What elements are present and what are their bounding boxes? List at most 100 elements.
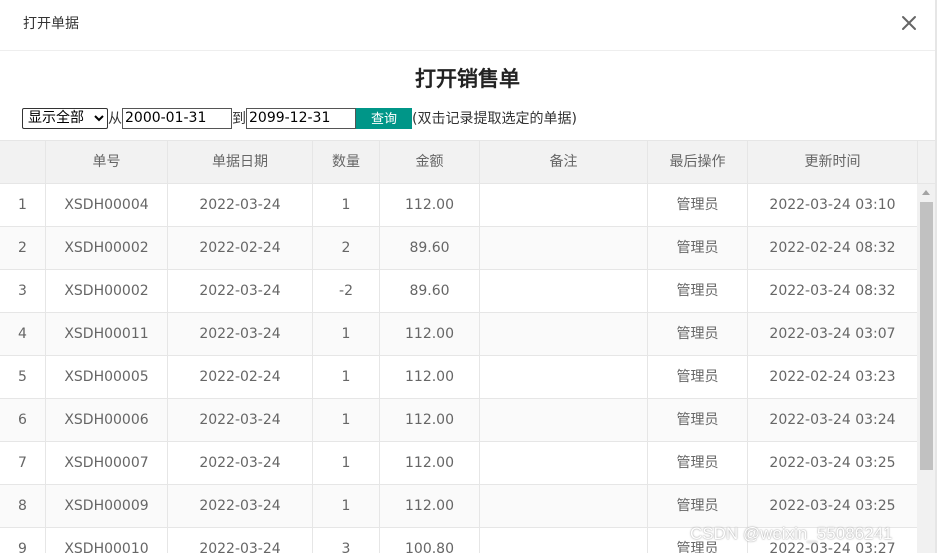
cell-index: 5 [0, 356, 46, 399]
cell-note [480, 227, 648, 270]
table-row[interactable]: 5 XSDH00005 2022-02-24 1 112.00 管理员 2022-02-24… [0, 356, 917, 399]
cell-updated: 2022-03-24 03:24 [748, 399, 917, 442]
cell-updated: 2022-02-24 08:32 [748, 227, 917, 270]
cell-amount: 89.60 [380, 270, 480, 313]
cell-number: XSDH00010 [46, 528, 168, 553]
vertical-scrollbar[interactable] [917, 184, 935, 553]
column-header-number[interactable]: 单号 [46, 141, 168, 184]
cell-number: XSDH00005 [46, 356, 168, 399]
column-header-note[interactable]: 备注 [480, 141, 648, 184]
cell-amount: 100.80 [380, 528, 480, 553]
cell-number: XSDH00004 [46, 184, 168, 227]
table-row[interactable]: 7 XSDH00007 2022-03-24 1 112.00 管理员 2022-03-24… [0, 442, 917, 485]
cell-quantity: 1 [313, 313, 380, 356]
cell-index: 4 [0, 313, 46, 356]
cell-quantity: 1 [313, 485, 380, 528]
cell-operator: 管理员 [648, 485, 748, 528]
cell-operator: 管理员 [648, 184, 748, 227]
table-body: 1 XSDH00004 2022-03-24 1 112.00 管理员 2022-03-24… [0, 184, 917, 553]
cell-number: XSDH00002 [46, 227, 168, 270]
end-date-input[interactable] [246, 107, 356, 129]
cell-amount: 112.00 [380, 184, 480, 227]
table-row[interactable]: 8 XSDH00009 2022-03-24 1 112.00 管理员 2022-03-24… [0, 485, 917, 528]
cell-number: XSDH00006 [46, 399, 168, 442]
cell-updated: 2022-02-24 03:23 [748, 356, 917, 399]
cell-note [480, 442, 648, 485]
cell-number: XSDH00007 [46, 442, 168, 485]
column-header-operator[interactable]: 最后操作 [648, 141, 748, 184]
cell-index: 7 [0, 442, 46, 485]
cell-note [480, 270, 648, 313]
table-row[interactable]: 3 XSDH00002 2022-03-24 -2 89.60 管理员 2022-03-24… [0, 270, 917, 313]
cell-note [480, 356, 648, 399]
column-header-updated[interactable]: 更新时间 [748, 141, 918, 184]
cell-date: 2022-03-24 [168, 313, 313, 356]
page-title: 打开销售单 [415, 67, 520, 91]
cell-operator: 管理员 [648, 399, 748, 442]
cell-date: 2022-02-24 [168, 356, 313, 399]
cell-number: XSDH00002 [46, 270, 168, 313]
table-row[interactable]: 1 XSDH00004 2022-03-24 1 112.00 管理员 2022-03-24… [0, 184, 917, 227]
to-label: 到 [232, 111, 246, 127]
cell-quantity: 1 [313, 184, 380, 227]
cell-operator: 管理员 [648, 270, 748, 313]
start-date-input[interactable] [122, 107, 232, 129]
cell-note [480, 184, 648, 227]
cell-date: 2022-02-24 [168, 227, 313, 270]
cell-quantity: 3 [313, 528, 380, 553]
cell-updated: 2022-03-24 03:25 [748, 485, 917, 528]
cell-index: 6 [0, 399, 46, 442]
cell-quantity: -2 [313, 270, 380, 313]
cell-updated: 2022-03-24 08:32 [748, 270, 917, 313]
scroll-up-icon[interactable] [922, 190, 930, 195]
cell-index: 1 [0, 184, 46, 227]
filter-toolbar: 显示全部 从 到 查询 (双击记录提取选定的单据) [22, 107, 577, 129]
cell-quantity: 1 [313, 399, 380, 442]
dialog-title: 打开单据 [23, 16, 79, 32]
cell-amount: 112.00 [380, 399, 480, 442]
cell-number: XSDH00011 [46, 313, 168, 356]
query-button[interactable]: 查询 [356, 107, 412, 129]
filter-select[interactable]: 显示全部 [22, 107, 108, 129]
cell-date: 2022-03-24 [168, 442, 313, 485]
cell-index: 8 [0, 485, 46, 528]
cell-amount: 112.00 [380, 356, 480, 399]
cell-updated: 2022-03-24 03:07 [748, 313, 917, 356]
cell-amount: 112.00 [380, 313, 480, 356]
table-row[interactable]: 6 XSDH00006 2022-03-24 1 112.00 管理员 2022-03-24… [0, 399, 917, 442]
cell-updated: 2022-03-24 03:25 [748, 442, 917, 485]
cell-updated: 2022-03-24 03:10 [748, 184, 917, 227]
cell-index: 9 [0, 528, 46, 553]
cell-index: 3 [0, 270, 46, 313]
dialog-titlebar: 打开单据 [0, 0, 935, 51]
table-row[interactable]: 4 XSDH00011 2022-03-24 1 112.00 管理员 2022-03-24… [0, 313, 917, 356]
hint-text: (双击记录提取选定的单据) [412, 111, 577, 127]
column-header-date[interactable]: 单据日期 [168, 141, 313, 184]
close-icon[interactable] [899, 13, 919, 33]
cell-number: XSDH00009 [46, 485, 168, 528]
cell-note [480, 485, 648, 528]
scrollbar-thumb[interactable] [920, 202, 933, 470]
column-header-amount[interactable]: 金额 [380, 141, 480, 184]
cell-operator: 管理员 [648, 356, 748, 399]
open-document-dialog: 打开单据 打开销售单 显示全部 从 到 查询 (双击记录提取选定的单据) 单号 … [0, 0, 937, 553]
table-header: 单号 单据日期 数量 金额 备注 最后操作 更新时间 [0, 141, 935, 184]
cell-amount: 112.00 [380, 485, 480, 528]
cell-date: 2022-03-24 [168, 528, 313, 553]
cell-amount: 89.60 [380, 227, 480, 270]
column-header-quantity[interactable]: 数量 [313, 141, 380, 184]
cell-date: 2022-03-24 [168, 184, 313, 227]
cell-note [480, 528, 648, 553]
cell-date: 2022-03-24 [168, 485, 313, 528]
cell-note [480, 313, 648, 356]
cell-quantity: 1 [313, 442, 380, 485]
table-row[interactable]: 2 XSDH00002 2022-02-24 2 89.60 管理员 2022-02-24 … [0, 227, 917, 270]
cell-operator: 管理员 [648, 227, 748, 270]
cell-date: 2022-03-24 [168, 270, 313, 313]
column-header-index [0, 141, 46, 184]
cell-amount: 112.00 [380, 442, 480, 485]
cell-quantity: 2 [313, 227, 380, 270]
cell-note [480, 399, 648, 442]
cell-date: 2022-03-24 [168, 399, 313, 442]
documents-table: 单号 单据日期 数量 金额 备注 最后操作 更新时间 1 XSDH00004 202… [0, 140, 935, 553]
